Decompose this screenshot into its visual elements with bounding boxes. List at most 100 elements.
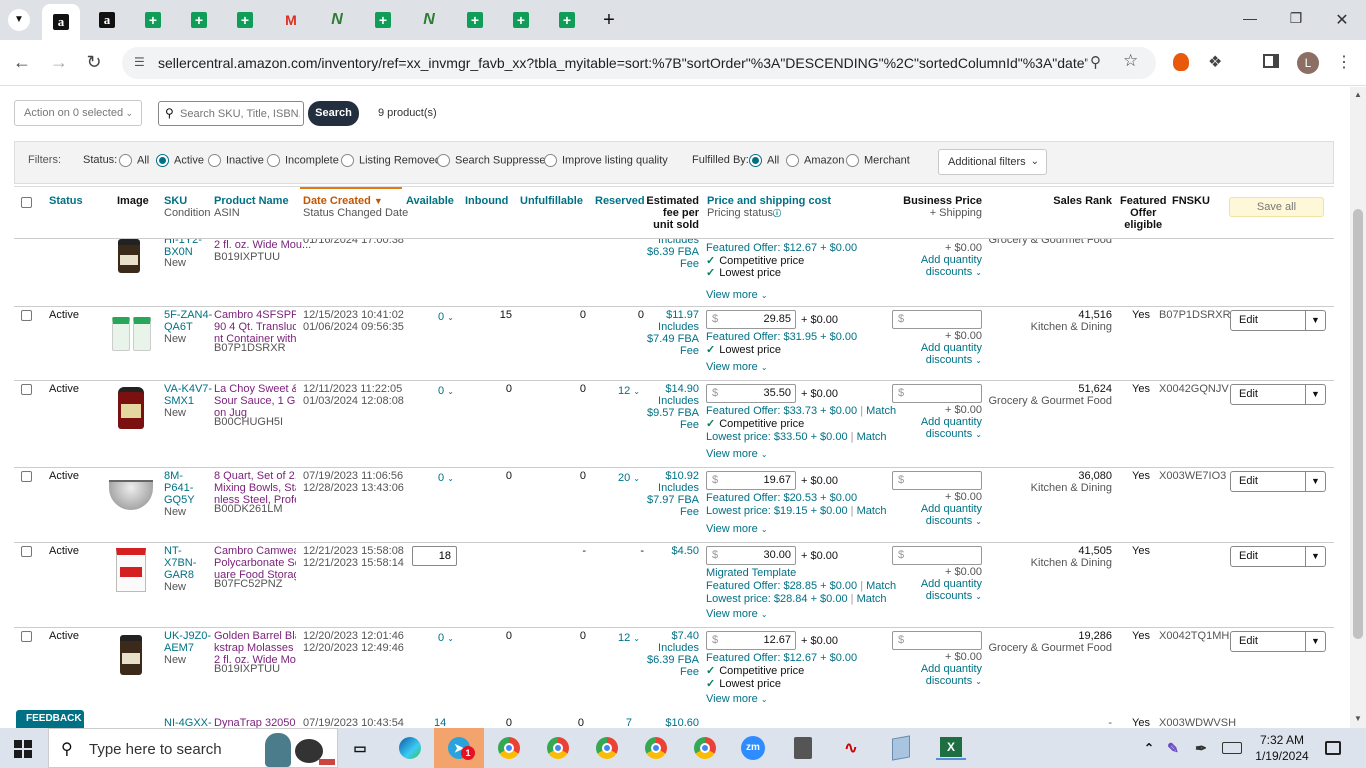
zoom-icon[interactable]: ⚲ (1090, 53, 1101, 71)
available-link[interactable]: 0 ⌄ (438, 385, 454, 398)
task-view-icon[interactable]: ▭ (347, 736, 373, 760)
chrome-icon[interactable] (496, 736, 522, 760)
chrome-icon[interactable] (643, 736, 669, 760)
sku-link[interactable]: UK-J9Z0- AEM7 (164, 630, 211, 654)
status-option-inactive[interactable]: Inactive (208, 154, 264, 167)
view-more-link[interactable]: View more ⌄ (706, 608, 768, 621)
reload-icon[interactable]: ↻ (83, 52, 105, 73)
chevron-down-icon[interactable]: ▼ (1305, 632, 1325, 651)
product-image[interactable] (108, 311, 154, 357)
col-available[interactable]: Available (406, 195, 454, 207)
excel-icon[interactable]: X (936, 736, 966, 760)
browser-tab[interactable]: + (364, 5, 402, 35)
fulfilled-option-merchant[interactable]: Merchant (846, 154, 910, 167)
fulfilled-option-all[interactable]: All (749, 154, 779, 167)
zoom-app-icon[interactable]: zm (740, 736, 766, 760)
chevron-down-icon[interactable]: ▼ (1305, 385, 1325, 404)
match-link[interactable]: Match (857, 505, 887, 517)
add-quantity-discounts-link[interactable]: Add quantity discounts ⌄ (894, 416, 982, 441)
col-product-name[interactable]: Product Name ASIN (214, 195, 289, 219)
save-all-button[interactable]: Save all (1229, 197, 1324, 217)
business-price-input[interactable]: $ (892, 471, 982, 490)
col-inbound[interactable]: Inbound (465, 195, 508, 207)
browser-tab[interactable]: N (318, 5, 356, 35)
browser-menu-icon[interactable]: ⋮ (1336, 52, 1352, 72)
price-input[interactable]: $35.50 (706, 384, 796, 403)
col-sku[interactable]: SKU Condition (164, 195, 210, 219)
business-price-input[interactable]: $ (892, 546, 982, 565)
stock-chart-icon[interactable]: ∿ (838, 736, 864, 760)
product-name-link[interactable]: 8 Quart, Set of 2, Mixing Bowls, Stai nles… (214, 470, 296, 506)
status-option-search-suppressed[interactable]: Search Suppressed (437, 154, 552, 167)
add-quantity-discounts-link[interactable]: Add quantity discounts ⌄ (894, 503, 982, 528)
side-panel-icon[interactable] (1263, 54, 1279, 68)
view-more-link[interactable]: View more ⌄ (706, 523, 768, 536)
tab-search-button[interactable]: ▼ (8, 9, 30, 31)
col-price[interactable]: Price and shipping cost Pricing statusⓘ (707, 195, 831, 220)
edge-icon[interactable] (397, 736, 423, 760)
price-input[interactable]: $29.85 (706, 310, 796, 329)
match-link[interactable]: Match (857, 431, 887, 443)
browser-tab[interactable]: a (88, 5, 126, 35)
show-hidden-icons[interactable]: ⌃ (1136, 736, 1162, 760)
search-field[interactable]: ⚲ (158, 101, 304, 126)
product-name-link[interactable]: Cambro Camwear Polycarbonate Sq uare Food … (214, 545, 296, 581)
site-info-icon[interactable]: ☰ (134, 55, 145, 69)
extensions-puzzle-icon[interactable]: ❖ (1208, 52, 1222, 72)
add-quantity-discounts-link[interactable]: Add quantity discounts ⌄ (894, 254, 982, 279)
view-more-link[interactable]: View more ⌄ (706, 361, 768, 374)
view-more-link[interactable]: View more ⌄ (706, 693, 768, 706)
available-link[interactable]: 0 ⌄ (438, 311, 454, 324)
scrollbar-thumb[interactable] (1353, 209, 1363, 639)
chrome-icon[interactable] (594, 736, 620, 760)
sku-link[interactable]: 5F-ZAN4- QA6T (164, 309, 212, 333)
edit-button[interactable]: Edit ▼ (1230, 384, 1326, 405)
status-option-active[interactable]: Active (156, 154, 204, 167)
available-link[interactable]: 0 ⌄ (438, 632, 454, 645)
forward-icon[interactable]: → (48, 52, 70, 73)
sku-link[interactable]: VA-K4V7- SMX1 (164, 383, 212, 407)
product-image[interactable] (108, 385, 154, 431)
page-scrollbar[interactable]: ▲ ▼ (1350, 87, 1366, 728)
product-name-link[interactable]: Cambro 4SFSPP1 90 4 Qt. Transluce nt Conta… (214, 309, 296, 345)
extension-fire-icon[interactable] (1173, 53, 1189, 71)
windows-start-icon[interactable] (14, 740, 32, 758)
omnibox[interactable]: ☰ sellercentral.amazon.com/inventory/ref… (122, 47, 1156, 79)
search-button[interactable]: Search (308, 101, 359, 126)
business-price-input[interactable]: $ (892, 310, 982, 329)
edit-button[interactable]: Edit ▼ (1230, 471, 1326, 492)
col-unfulfillable[interactable]: Unfulfillable (520, 195, 583, 207)
browser-tab[interactable]: + (134, 5, 172, 35)
match-link[interactable]: Match (866, 580, 896, 592)
browser-tab[interactable]: + (548, 5, 586, 35)
add-quantity-discounts-link[interactable]: Add quantity discounts ⌄ (894, 663, 982, 688)
chevron-down-icon[interactable]: ▼ (1305, 547, 1325, 566)
chevron-down-icon[interactable]: ▼ (1305, 311, 1325, 330)
browser-tab[interactable]: + (502, 5, 540, 35)
match-link[interactable]: Match (857, 593, 887, 605)
view-more-link[interactable]: View more ⌄ (706, 289, 768, 302)
row-checkbox[interactable] (21, 471, 32, 482)
browser-tab[interactable]: + (226, 5, 264, 35)
col-date-created[interactable]: Date Created ▼ Status Changed Date (303, 195, 408, 219)
business-price-input[interactable]: $ (892, 384, 982, 403)
match-link[interactable]: Match (866, 405, 896, 417)
row-checkbox[interactable] (21, 546, 32, 557)
business-price-input[interactable]: $ (892, 631, 982, 650)
back-icon[interactable]: ← (11, 52, 33, 73)
fulfilled-option-amazon[interactable]: Amazon (786, 154, 844, 167)
row-checkbox[interactable] (21, 384, 32, 395)
stylus-icon[interactable]: ✒ (1188, 736, 1214, 760)
chrome-icon[interactable] (545, 736, 571, 760)
view-more-link[interactable]: View more ⌄ (706, 448, 768, 461)
close-window-icon[interactable]: ✕ (1330, 10, 1354, 30)
status-option-all[interactable]: All (119, 154, 149, 167)
minimize-icon[interactable]: — (1238, 10, 1262, 30)
available-quantity-input[interactable] (412, 546, 457, 566)
profile-avatar[interactable]: L (1297, 52, 1319, 74)
calculator-icon[interactable] (790, 736, 816, 760)
price-input[interactable]: $30.00 (706, 546, 796, 565)
product-name-link[interactable]: La Choy Sweet &Sour Sauce, 1 Gallon Jug (214, 383, 296, 419)
select-all-checkbox[interactable] (21, 197, 32, 208)
add-quantity-discounts-link[interactable]: Add quantity discounts ⌄ (894, 578, 982, 603)
